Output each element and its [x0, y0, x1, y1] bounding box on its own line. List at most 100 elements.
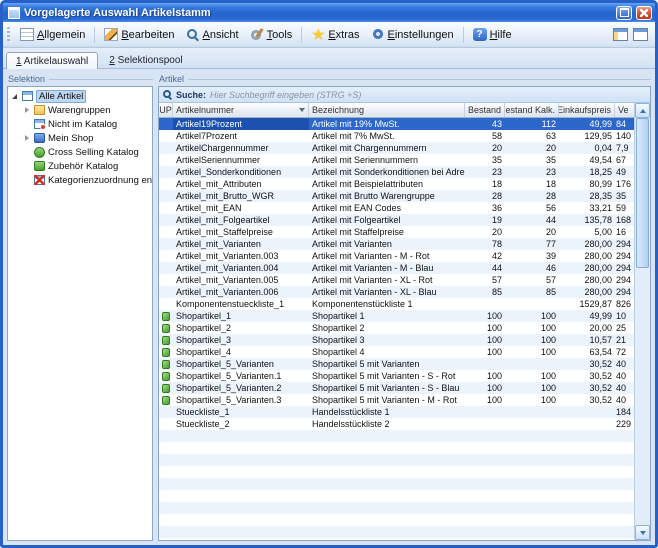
scrollbar-thumb[interactable]	[636, 118, 649, 268]
cell-nr: Artikel_mit_Varianten.004	[173, 262, 309, 274]
table-row[interactable]: Artikel_mit_Varianten.004Artikel mit Var…	[159, 262, 634, 274]
table-row[interactable]: Artikel_mit_Varianten.005Artikel mit Var…	[159, 274, 634, 286]
column-header-bestand[interactable]: Bestand	[465, 103, 505, 117]
search-input[interactable]: Suche: Hier Suchbegriff eingeben (STRG +…	[159, 87, 650, 103]
menu-item-hilfe[interactable]: Hilfe	[468, 26, 517, 43]
cell-bez: Artikel mit Seriennummern	[309, 154, 465, 166]
table-row[interactable]: Shopartikel_4Shopartikel 410010063,5472	[159, 346, 634, 358]
table-row[interactable]: Stueckliste_2Handelsstückliste 2229	[159, 418, 634, 430]
column-header-ek[interactable]: Einkaufspreis	[559, 103, 615, 117]
table-row[interactable]: Artikel7ProzentArtikel mit 7% MwSt.58631…	[159, 130, 634, 142]
cell-bestand: 43	[465, 118, 505, 130]
close-button[interactable]	[636, 6, 652, 20]
cell-kalk: 112	[505, 118, 559, 130]
tree-item[interactable]: Kategorienzuordnung entfernen	[8, 173, 152, 187]
cell-bez: Artikel mit 19% MwSt.	[309, 118, 465, 130]
cell-bestand: 20	[465, 142, 505, 154]
cell-nr: Komponentenstueckliste_1	[173, 298, 309, 310]
scroll-up-button[interactable]	[635, 103, 650, 118]
cell-ek: 30,52	[559, 370, 615, 382]
tree-item-label: Cross Selling Katalog	[48, 147, 139, 158]
menu-item-einstellungen[interactable]: Einstellungen	[366, 26, 459, 43]
cell-kalk: 18	[505, 178, 559, 190]
toolbar-grip[interactable]	[7, 27, 10, 43]
table-row[interactable]: Artikel_mit_Varianten.003Artikel mit Var…	[159, 250, 634, 262]
column-header-nr[interactable]: Artikelnummer	[173, 103, 309, 117]
table-row[interactable]: Stueckliste_1Handelsstückliste 1184	[159, 406, 634, 418]
table-row[interactable]: Artikel_mit_EANArtikel mit EAN Codes3656…	[159, 202, 634, 214]
cell-ve: 184	[615, 406, 634, 418]
table-row[interactable]: Artikel_SonderkonditionenArtikel mit Son…	[159, 166, 634, 178]
table-row[interactable]: Artikel_mit_Varianten.006Artikel mit Var…	[159, 286, 634, 298]
menu-item-allgemein[interactable]: Allgemein	[15, 26, 90, 43]
cell-ek: 30,52	[559, 382, 615, 394]
expander-collapsed-icon[interactable]	[23, 106, 31, 114]
cell-bez: Shopartikel 2	[309, 322, 465, 334]
column-header-up[interactable]: UP	[159, 103, 173, 117]
column-header-kalk[interactable]: Bestand Kalk.	[505, 103, 559, 117]
table-row[interactable]: Shopartikel_1Shopartikel 110010049,9910	[159, 310, 634, 322]
scroll-down-button[interactable]	[635, 525, 650, 540]
article-panel-header: Artikel	[158, 72, 651, 85]
expander-collapsed-icon[interactable]	[23, 134, 31, 142]
window-icon[interactable]	[633, 28, 648, 41]
table-row[interactable]: ArtikelChargennummerArtikel mit Chargenn…	[159, 142, 634, 154]
expander-expanded-icon[interactable]	[11, 92, 19, 100]
tab-2-selektionspool[interactable]: 2 Selektionspool	[99, 51, 192, 68]
scrollbar-track[interactable]	[635, 118, 650, 525]
menu-item-bearbeiten[interactable]: Bearbeiten	[99, 26, 179, 43]
cell-bestand: 36	[465, 202, 505, 214]
menu-item-extras[interactable]: Extras	[306, 26, 364, 43]
tree-item[interactable]: Mein Shop	[8, 131, 152, 145]
cell-ek: 49,54	[559, 154, 615, 166]
tabbar: 1 Artikelauswahl2 Selektionspool	[3, 48, 655, 69]
cell-ek: 30,52	[559, 358, 615, 370]
menu-item-label: Einstellungen	[388, 29, 454, 41]
table-row[interactable]: Shopartikel_5_VariantenShopartikel 5 mit…	[159, 358, 634, 370]
tree-item[interactable]: Cross Selling Katalog	[8, 145, 152, 159]
tab-1-artikelauswahl[interactable]: 1 Artikelauswahl	[6, 52, 98, 69]
vertical-scrollbar[interactable]	[634, 103, 650, 540]
cell-nr: Artikel_mit_Folgeartikel	[173, 214, 309, 226]
table-row[interactable]: Artikel_mit_Brutto_WGRArtikel mit Brutto…	[159, 190, 634, 202]
cell-up	[159, 154, 173, 166]
cell-nr: Artikel7Prozent	[173, 130, 309, 142]
table-row[interactable]: ArtikelSeriennummerArtikel mit Seriennum…	[159, 154, 634, 166]
column-header-ve[interactable]: Ve	[615, 103, 634, 117]
maximize-button[interactable]	[616, 6, 632, 20]
cell-up	[159, 214, 173, 226]
table-row[interactable]: Shopartikel_2Shopartikel 210010020,0025	[159, 322, 634, 334]
column-header-bez[interactable]: Bezeichnung	[309, 103, 465, 117]
table-row[interactable]: Shopartikel_5_Varianten.2Shopartikel 5 m…	[159, 382, 634, 394]
extras-icon	[311, 28, 325, 41]
cell-kalk: 35	[505, 154, 559, 166]
table-row[interactable]: Komponentenstueckliste_1Komponentenstück…	[159, 298, 634, 310]
content: Selektion Alle ArtikelWarengruppenNicht …	[3, 69, 655, 545]
cell-nr: Artikel_mit_Attributen	[173, 178, 309, 190]
tree-item[interactable]: Nicht im Katalog	[8, 117, 152, 131]
table-row[interactable]: Artikel_mit_FolgeartikelArtikel mit Folg…	[159, 214, 634, 226]
sort-arrow-icon	[299, 108, 305, 112]
cell-kalk: 20	[505, 142, 559, 154]
tree-item[interactable]: Alle Artikel	[8, 89, 152, 103]
table-row[interactable]: Artikel19ProzentArtikel mit 19% MwSt.431…	[159, 118, 634, 130]
empty-row	[159, 490, 634, 502]
table-row[interactable]: Artikel_mit_StaffelpreiseArtikel mit Sta…	[159, 226, 634, 238]
table-row[interactable]: Shopartikel_5_Varianten.1Shopartikel 5 m…	[159, 370, 634, 382]
table-row[interactable]: Artikel_mit_AttributenArtikel mit Beispi…	[159, 178, 634, 190]
menu-item-ansicht[interactable]: Ansicht	[181, 26, 244, 43]
table-row[interactable]: Shopartikel_3Shopartikel 310010010,5721	[159, 334, 634, 346]
toolbar: Allgemein BearbeitenAnsichtTools Extras Ein…	[3, 22, 655, 48]
table-row[interactable]: Shopartikel_5_Varianten.3Shopartikel 5 m…	[159, 394, 634, 406]
cell-nr: Shopartikel_3	[173, 334, 309, 346]
cell-ek: 280,00	[559, 286, 615, 298]
cell-nr: Artikel_mit_Varianten	[173, 238, 309, 250]
tree-item[interactable]: Zubehör Katalog	[8, 159, 152, 173]
table-row[interactable]: Artikel_mit_VariantenArtikel mit Variant…	[159, 238, 634, 250]
cell-bez: Artikel mit Varianten	[309, 238, 465, 250]
tree-item[interactable]: Warengruppen	[8, 103, 152, 117]
app-icon	[8, 7, 20, 19]
menu-item-tools[interactable]: Tools	[245, 26, 298, 43]
cell-bestand: 78	[465, 238, 505, 250]
window-layout-icon[interactable]	[613, 28, 628, 41]
